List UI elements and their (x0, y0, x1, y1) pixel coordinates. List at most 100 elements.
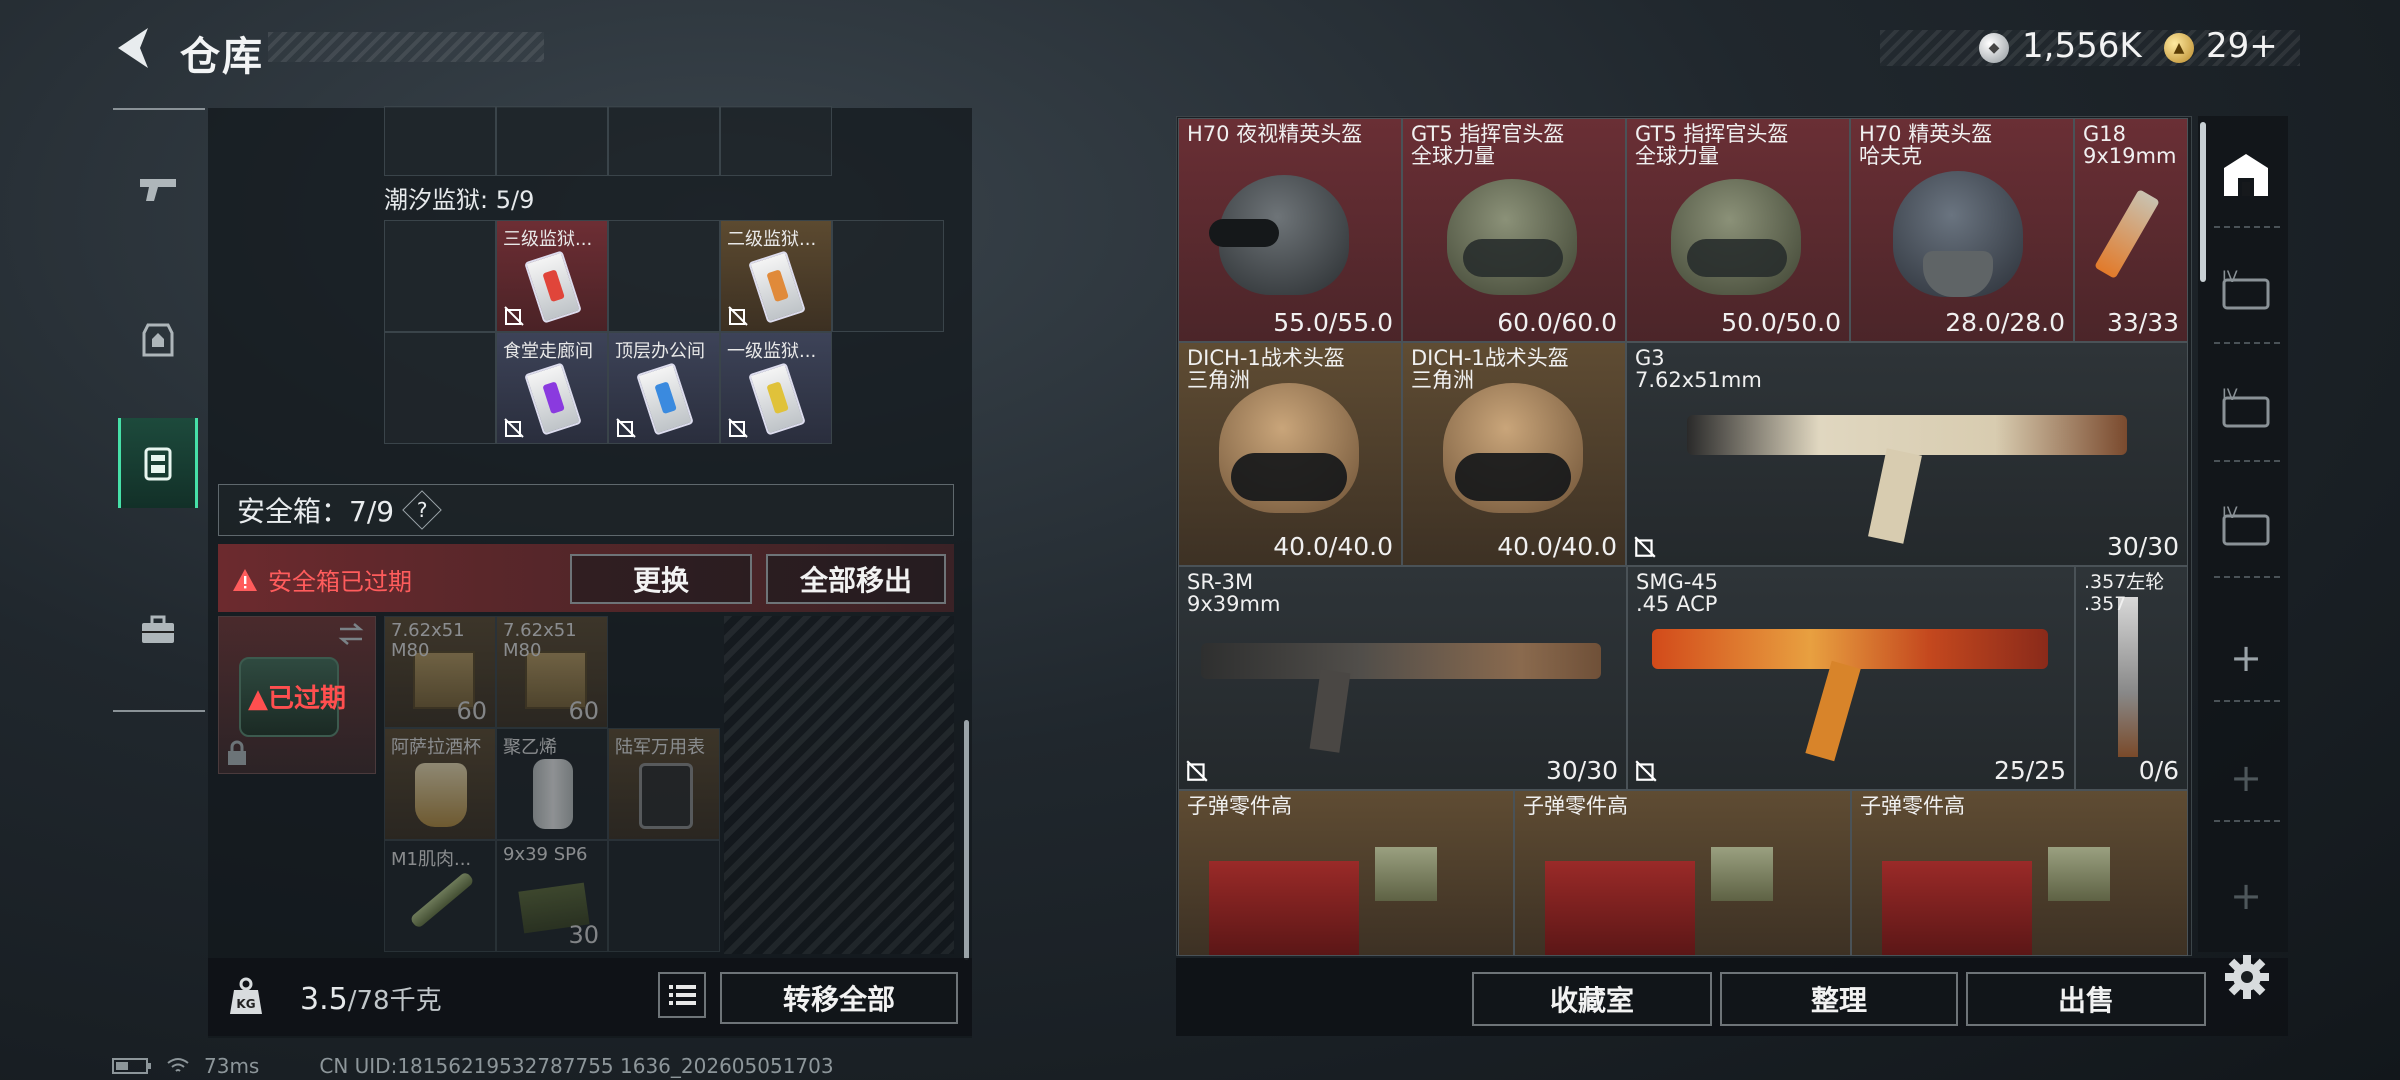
magazine-icon (1805, 660, 1861, 762)
item-name: 9x39 SP6 (503, 844, 588, 865)
item-name: G3 7.62x51mm (1635, 346, 1762, 392)
replace-button[interactable]: 更换 (570, 554, 752, 604)
item-qty: 30 (568, 921, 599, 949)
rifle-icon (1201, 643, 1601, 679)
help-icon[interactable]: ? (402, 490, 442, 530)
item-ammo: 25/25 (1993, 756, 2066, 785)
stash-tab-2[interactable]: IV (2210, 256, 2282, 328)
empty-slot[interactable] (384, 220, 496, 332)
stash-tab-3[interactable]: IV (2210, 374, 2282, 446)
empty-slot[interactable] (496, 106, 608, 176)
battery-icon (112, 1058, 151, 1074)
stash-item[interactable]: G18 9x19mm 33/33 (2074, 118, 2188, 342)
sort-button[interactable]: 整理 (1720, 972, 1958, 1026)
empty-slot[interactable] (608, 220, 720, 332)
nav-tools[interactable] (118, 584, 198, 674)
tab-divider (2214, 820, 2280, 822)
stash-item[interactable]: G3 7.62x51mm 30/30 (1626, 342, 2188, 566)
container-scrollbar[interactable] (964, 720, 969, 960)
keycard-item[interactable]: 一级监狱... (720, 332, 832, 444)
magazine-icon (1309, 669, 1351, 753)
swap-icon[interactable] (336, 622, 366, 646)
item-name: H70 精英头盔 哈夫克 (1859, 122, 1993, 168)
safebox-tier-icon: IV (2222, 267, 2270, 310)
nav-weapons[interactable] (118, 144, 198, 234)
pistol-icon (2094, 189, 2160, 279)
tab-divider (2214, 700, 2280, 702)
add-tab-icon[interactable]: + (2210, 742, 2282, 814)
ammo-item[interactable]: 7.62x51 M80 60 (496, 616, 608, 728)
collection-room-button[interactable]: 收藏室 (1472, 972, 1712, 1026)
empty-slot[interactable] (384, 332, 496, 444)
nav-equipment[interactable] (118, 292, 198, 382)
loot-item[interactable]: 阿萨拉酒杯 (384, 728, 496, 840)
stash-scrollbar[interactable] (2200, 122, 2206, 282)
item-durability: 50.0/50.0 (1721, 308, 1841, 337)
stash-item[interactable]: .357左轮 .357 0/6 (2075, 566, 2188, 790)
stash-item[interactable]: H70 精英头盔 哈夫克 28.0/28.0 (1850, 118, 2074, 342)
revolver-icon (2118, 597, 2138, 757)
stash-item[interactable]: GT5 指挥官头盔 全球力量 60.0/60.0 (1402, 118, 1626, 342)
magazine-icon (1868, 448, 1922, 544)
transfer-all-button[interactable]: 转移全部 (720, 972, 958, 1024)
visor-icon (1455, 453, 1571, 501)
list-view-icon[interactable] (658, 972, 706, 1018)
stash-item[interactable]: GT5 指挥官头盔 全球力量 50.0/50.0 (1626, 118, 1850, 342)
ammo-box-icon (2048, 847, 2110, 901)
toolbox-icon (142, 615, 174, 643)
ammo-item[interactable]: 9x39 SP6 30 (496, 840, 608, 952)
empty-slot[interactable] (608, 106, 720, 176)
item-name: M1肌肉... (391, 849, 472, 870)
keycard-item[interactable]: 顶层办公间 (608, 332, 720, 444)
stash-item[interactable]: 子弹零件高 (1851, 790, 2188, 956)
stash-item[interactable]: DICH-1战术头盔 三角洲 40.0/40.0 (1178, 342, 1402, 566)
silver-coin-icon: ◆ (1979, 33, 2009, 63)
container-grid-partial (384, 106, 832, 176)
backpack-icon (142, 323, 174, 357)
medical-item[interactable]: M1肌肉... (384, 840, 496, 952)
empty-slot[interactable] (720, 106, 832, 176)
tab-divider (2214, 342, 2280, 344)
keycard-item[interactable]: 食堂走廊间 (496, 332, 608, 444)
region-label: 潮汐监狱: 5/9 (384, 186, 535, 214)
tab-divider (2214, 460, 2280, 462)
stash-item[interactable]: H70 夜视精英头盔 55.0/55.0 (1178, 118, 1402, 342)
page-title: 仓库 (180, 34, 264, 80)
move-all-out-button[interactable]: 全部移出 (766, 554, 946, 604)
keycard-item[interactable]: 二级监狱... (720, 220, 832, 332)
stash-item[interactable]: 子弹零件高 (1514, 790, 1851, 956)
stash-item[interactable]: SMG-45.45 ACP 25/25 (1627, 566, 2075, 790)
weight-icon: KG (230, 977, 262, 1014)
stash-item[interactable]: SR-3M 9x39mm 30/30 (1178, 566, 1627, 790)
gold-coin-icon: ▲ (2164, 33, 2194, 63)
ammo-item[interactable]: 7.62x51 M80 60 (384, 616, 496, 728)
gear-icon[interactable] (2222, 952, 2272, 1002)
tab-divider (2214, 576, 2280, 578)
keycard-item[interactable]: 三级监狱... (496, 220, 608, 332)
stash-item[interactable]: 子弹零件高 (1178, 790, 1514, 956)
item-name: 顶层办公间 (615, 341, 705, 362)
stash-tab-4[interactable]: IV (2210, 492, 2282, 564)
add-tab-icon[interactable]: + (2210, 860, 2282, 932)
ammo-crate-icon (1209, 861, 1359, 955)
stash-tab-home[interactable] (2210, 140, 2282, 212)
no-trade-icon (504, 418, 524, 438)
back-button[interactable] (110, 24, 160, 72)
empty-slot[interactable] (832, 220, 944, 332)
item-durability: 55.0/55.0 (1273, 308, 1393, 337)
gold-amount[interactable]: 29+ (2206, 26, 2278, 66)
stash-item[interactable]: DICH-1战术头盔 三角洲 40.0/40.0 (1402, 342, 1626, 566)
empty-slot[interactable] (384, 106, 496, 176)
item-name: 7.62x51 M80 (503, 620, 577, 661)
svg-text:IV: IV (2222, 503, 2238, 522)
empty-slot[interactable] (608, 840, 720, 952)
nav-divider-bottom (113, 710, 205, 712)
loot-item[interactable]: 陆军万用表 (608, 728, 720, 840)
nav-containers[interactable] (118, 418, 198, 508)
status-bar: 73ms CN UID:18156219532787755 1636_20260… (112, 1054, 834, 1078)
add-tab-icon[interactable]: + (2210, 622, 2282, 694)
item-name: 7.62x51 M80 (391, 620, 465, 661)
sell-button[interactable]: 出售 (1966, 972, 2206, 1026)
loot-item[interactable]: 聚乙烯 (496, 728, 608, 840)
item-name: .357左轮 .357 (2084, 571, 2165, 615)
